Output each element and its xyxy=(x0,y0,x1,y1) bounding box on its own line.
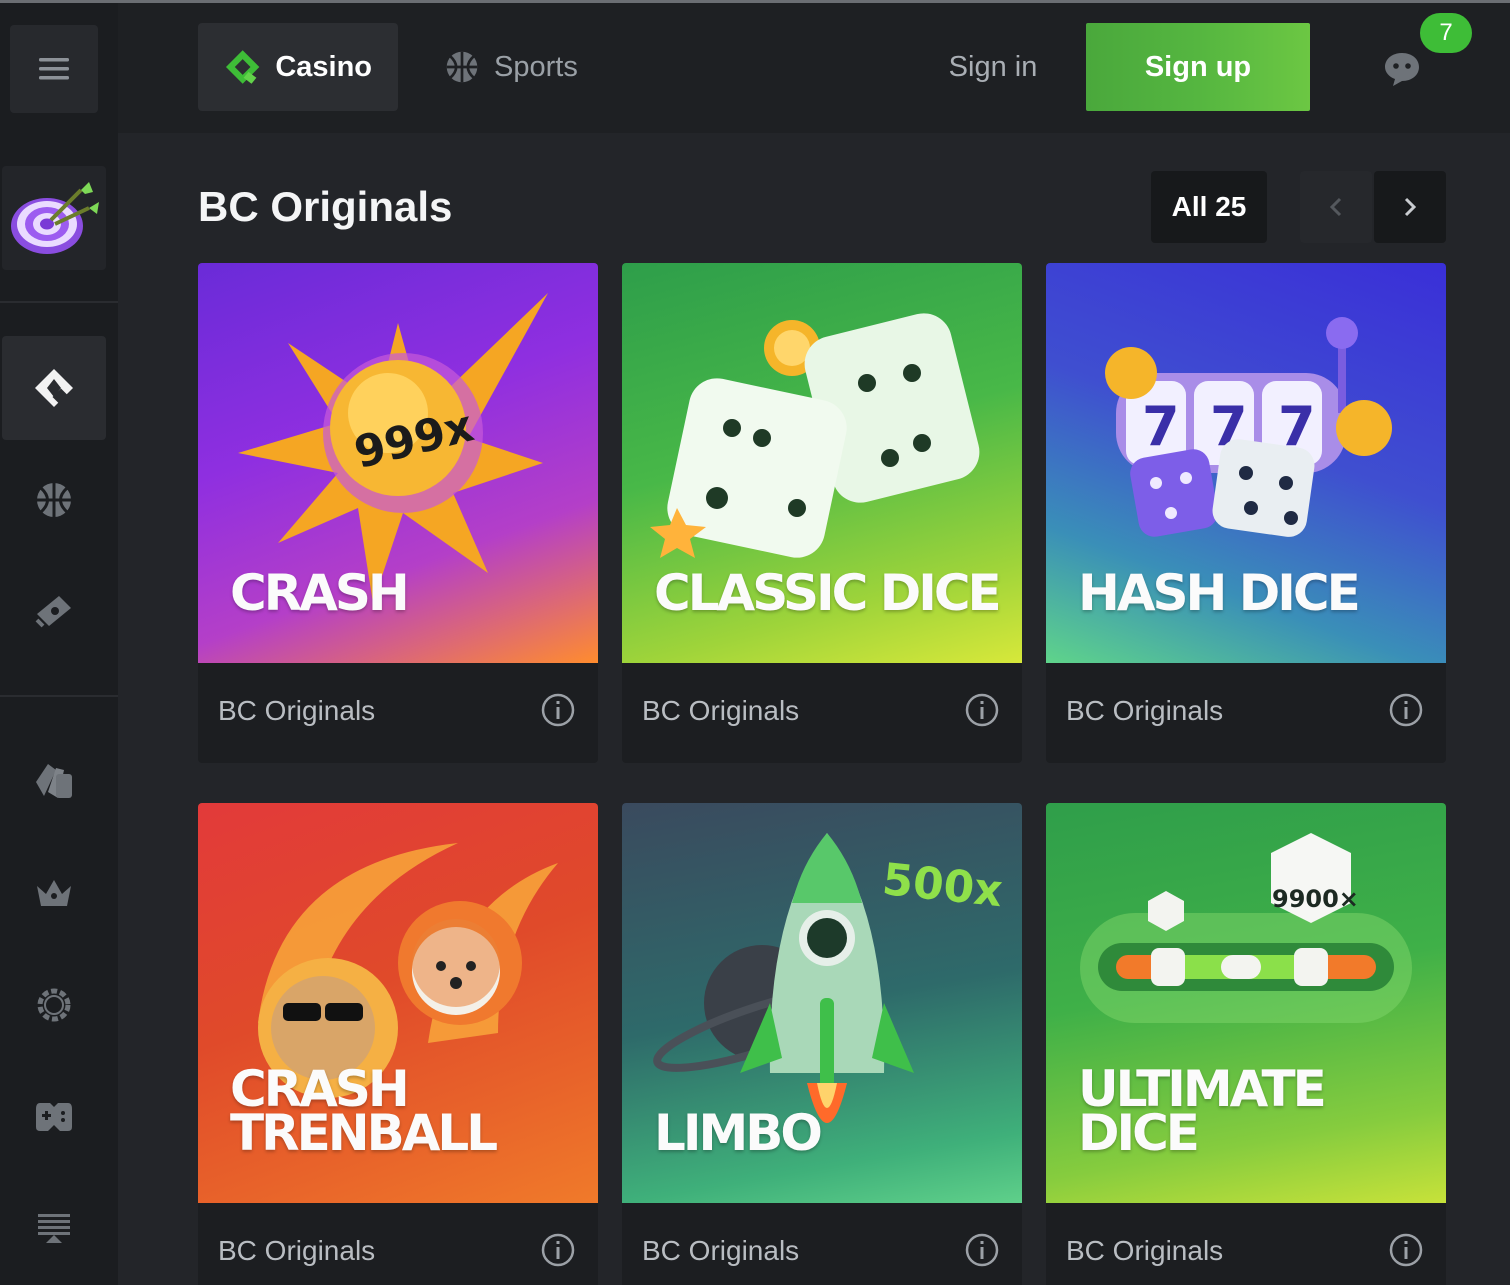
ultimate-dice-multiplier: 9900× xyxy=(1272,885,1359,913)
game-title: ULTIMATE DICE xyxy=(1078,1060,1327,1162)
card-footer: BC Originals xyxy=(1046,1203,1446,1285)
game-card-ultimate-dice[interactable]: 9900× ULTIMATE DICE BC Originals xyxy=(1046,803,1446,1285)
provider-label: BC Originals xyxy=(642,695,800,726)
view-all-button[interactable]: All 25 xyxy=(1151,171,1267,243)
gamepad-icon xyxy=(36,1103,72,1131)
carousel-prev-button[interactable] xyxy=(1300,171,1372,243)
limbo-multiplier: 500x xyxy=(880,854,1005,917)
basketball-icon xyxy=(37,483,71,517)
card-footer: BC Originals xyxy=(1046,663,1446,763)
sidebar-item-vip[interactable] xyxy=(2,841,106,945)
chevron-left-icon xyxy=(1329,197,1342,217)
game-card-crash[interactable]: 999x CRASH BC Originals xyxy=(198,263,598,763)
card-footer: BC Originals xyxy=(198,663,598,763)
promo-dartboard-tile[interactable] xyxy=(2,166,106,270)
dartboard-icon xyxy=(11,182,99,254)
info-icon[interactable] xyxy=(1389,693,1423,727)
cards-icon xyxy=(36,764,72,798)
game-title: CRASH TRENBALL xyxy=(230,1060,498,1162)
sidebar-divider xyxy=(0,695,118,697)
game-title: CRASH xyxy=(230,564,410,622)
tab-sports-label: Sports xyxy=(494,50,578,83)
game-card-limbo[interactable]: 500x LIMBO BC Originals xyxy=(622,803,1022,1285)
casino-cards-icon xyxy=(35,369,73,407)
sign-up-button[interactable]: Sign up xyxy=(1086,23,1310,111)
sidebar-item-sports[interactable] xyxy=(2,448,106,552)
game-title: CLASSIC DICE xyxy=(654,564,1002,622)
sidebar-item-table-games[interactable] xyxy=(2,729,106,833)
card-footer: BC Originals xyxy=(622,663,1022,763)
info-icon[interactable] xyxy=(1389,1233,1423,1267)
game-title: HASH DICE xyxy=(1078,564,1361,622)
card-footer: BC Originals xyxy=(198,1203,598,1285)
tab-casino-label: Casino xyxy=(275,50,372,83)
game-title: LIMBO xyxy=(654,1104,823,1162)
provider-label: BC Originals xyxy=(218,1235,376,1266)
basketball-icon xyxy=(446,51,478,83)
menu-button[interactable] xyxy=(10,25,98,113)
hamburger-icon xyxy=(39,58,69,80)
casino-logo-icon xyxy=(225,50,260,84)
card-footer: BC Originals xyxy=(622,1203,1022,1285)
info-icon[interactable] xyxy=(541,1233,575,1267)
carousel-next-button[interactable] xyxy=(1374,171,1446,243)
game-card-hash-dice[interactable]: 7 7 7 HASH DICE BC Originals xyxy=(1046,263,1446,763)
game-card-classic-dice[interactable]: CLASSIC DICE BC Originals xyxy=(622,263,1022,763)
sign-in-link[interactable]: Sign in xyxy=(938,23,1048,111)
info-icon[interactable] xyxy=(965,1233,999,1267)
top-bar: Casino Sports Sign in Sign up 7 xyxy=(118,3,1510,133)
provider-label: BC Originals xyxy=(1066,695,1224,726)
info-icon[interactable] xyxy=(965,693,999,727)
chat-notification-badge: 7 xyxy=(1420,13,1472,53)
section-title: BC Originals xyxy=(198,183,453,230)
sidebar-divider xyxy=(0,301,118,303)
game-card-crash-trenball[interactable]: CRASH TRENBALL BC Originals xyxy=(198,803,598,1285)
sidebar-item-games[interactable] xyxy=(2,1065,106,1169)
info-icon[interactable] xyxy=(541,693,575,727)
provider-label: BC Originals xyxy=(642,1235,800,1266)
svg-text:7: 7 xyxy=(1142,395,1180,458)
provider-label: BC Originals xyxy=(1066,1235,1224,1266)
chevron-right-icon xyxy=(1404,197,1417,217)
podium-icon xyxy=(38,1214,70,1243)
tab-casino[interactable]: Casino xyxy=(198,23,398,111)
chat-button[interactable] xyxy=(1380,49,1424,89)
gear-icon xyxy=(37,988,71,1022)
tab-sports[interactable]: Sports xyxy=(418,23,604,111)
chat-icon xyxy=(1385,53,1419,86)
sidebar-item-settings[interactable] xyxy=(2,953,106,1057)
ticket-icon xyxy=(35,596,71,628)
sidebar xyxy=(0,3,118,1285)
sidebar-item-leaderboard[interactable] xyxy=(2,1175,106,1279)
crown-icon xyxy=(37,880,71,906)
sidebar-item-lottery[interactable] xyxy=(2,559,106,663)
sidebar-item-casino[interactable] xyxy=(2,336,106,440)
provider-label: BC Originals xyxy=(218,695,376,726)
